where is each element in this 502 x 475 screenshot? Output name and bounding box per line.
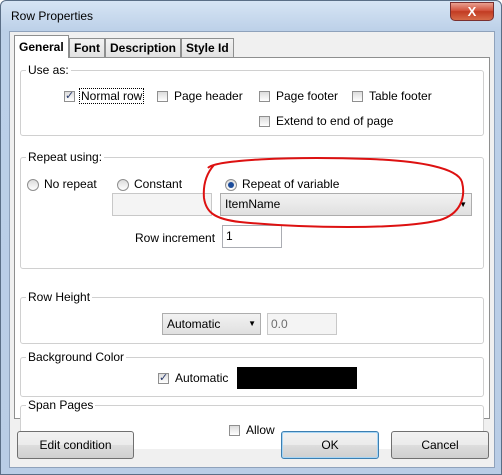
chevron-down-icon: ▼ xyxy=(248,319,256,328)
page-footer-label: Page footer xyxy=(276,89,339,103)
row-height-mode-value: Automatic xyxy=(167,317,221,331)
allow-span-label: Allow xyxy=(246,423,275,437)
tab-description[interactable]: Description xyxy=(105,38,182,57)
no-repeat-radio[interactable] xyxy=(27,179,39,191)
table-footer-checkbox[interactable] xyxy=(352,91,363,102)
span-pages-label: Span Pages xyxy=(26,398,96,412)
table-footer-label: Table footer xyxy=(369,89,432,103)
cancel-button-label: Cancel xyxy=(421,438,459,452)
background-automatic-checkbox[interactable] xyxy=(158,371,169,384)
row-increment-input[interactable]: 1 xyxy=(222,225,282,248)
tab-general[interactable]: General xyxy=(14,35,69,58)
tab-font-label: Font xyxy=(74,41,100,55)
background-color-swatch[interactable] xyxy=(237,367,357,389)
page-footer-checkbox[interactable] xyxy=(259,91,270,102)
repeat-of-variable-radio[interactable] xyxy=(225,179,237,191)
variable-select[interactable]: ItemName ▼ xyxy=(220,193,472,216)
close-icon: X xyxy=(467,4,477,19)
repeat-using-group: Repeat using: No repeat Constant Repeat … xyxy=(20,150,484,269)
ok-button-label: OK xyxy=(321,438,339,452)
use-as-label: Use as: xyxy=(26,63,71,77)
use-as-group: Use as: Normal row Page header Page foot… xyxy=(20,63,484,136)
constant-radio[interactable] xyxy=(117,179,129,191)
row-height-label: Row Height xyxy=(26,290,93,304)
row-height-value-input[interactable]: 0.0 xyxy=(267,313,337,335)
constant-value-input[interactable] xyxy=(112,193,212,216)
extend-to-end-checkbox[interactable] xyxy=(259,116,270,127)
tab-description-label: Description xyxy=(110,41,177,55)
constant-label: Constant xyxy=(134,177,183,191)
window-title: Row Properties xyxy=(11,9,94,23)
general-tab-panel: Use as: Normal row Page header Page foot… xyxy=(14,57,490,449)
dialog-client-area: General Font Description Style Id Use as… xyxy=(9,31,495,468)
no-repeat-label: No repeat xyxy=(44,177,97,191)
background-automatic-label: Automatic xyxy=(175,371,229,385)
repeat-of-variable-label: Repeat of variable xyxy=(242,177,340,191)
tab-font[interactable]: Font xyxy=(69,38,105,57)
normal-row-label: Normal row xyxy=(79,88,145,104)
edit-condition-button-label: Edit condition xyxy=(39,438,112,452)
chevron-down-icon: ▼ xyxy=(459,200,467,209)
row-height-mode-select[interactable]: Automatic ▼ xyxy=(162,313,261,335)
title-bar[interactable]: Row Properties X xyxy=(1,1,501,31)
dialog-window: Row Properties X General Font Descriptio… xyxy=(0,0,502,475)
background-color-group: Background Color Automatic xyxy=(20,350,484,397)
extend-to-end-label: Extend to end of page xyxy=(276,114,394,128)
background-color-label: Background Color xyxy=(26,350,127,364)
cancel-button[interactable]: Cancel xyxy=(391,431,489,459)
row-increment-label: Row increment xyxy=(135,231,216,245)
tab-style-id-label: Style Id xyxy=(186,41,229,55)
tab-general-label: General xyxy=(19,40,64,54)
close-button[interactable]: X xyxy=(450,2,494,21)
tab-style-id[interactable]: Style Id xyxy=(181,38,234,57)
edit-condition-button[interactable]: Edit condition xyxy=(17,431,134,459)
ok-button[interactable]: OK xyxy=(281,431,379,459)
allow-span-checkbox[interactable] xyxy=(229,425,240,436)
row-height-group: Row Height Automatic ▼ 0.0 xyxy=(20,290,484,344)
normal-row-checkbox[interactable] xyxy=(64,89,75,102)
page-header-label: Page header xyxy=(174,89,243,103)
variable-select-value: ItemName xyxy=(225,197,281,211)
repeat-using-label: Repeat using: xyxy=(26,150,105,164)
page-header-checkbox[interactable] xyxy=(157,91,168,102)
